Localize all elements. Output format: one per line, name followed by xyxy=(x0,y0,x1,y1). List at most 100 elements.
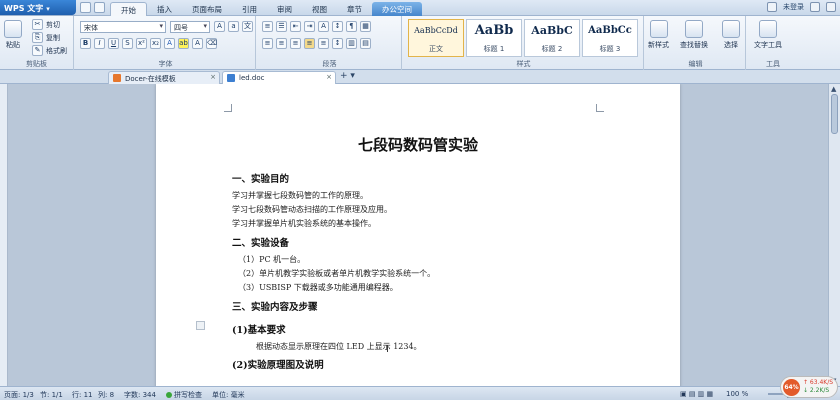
select-button[interactable]: 选择 xyxy=(722,20,740,50)
download-speed: ↓ 2.2K/S xyxy=(803,387,830,394)
tab-review[interactable]: 审阅 xyxy=(267,2,302,16)
table-border-icon[interactable]: ▤ xyxy=(360,38,371,49)
status-words[interactable]: 字数: 344 xyxy=(124,390,156,400)
align-left-icon[interactable]: ≡ xyxy=(262,38,273,49)
char-shading-icon[interactable]: A xyxy=(192,38,203,49)
text-tools-button[interactable]: 文字工具 xyxy=(754,20,782,50)
format-painter-button[interactable]: ✎ 格式刷 xyxy=(32,45,67,56)
clipboard-group-label: 剪贴板 xyxy=(26,60,47,68)
subscript-icon[interactable]: x₂ xyxy=(150,38,161,49)
spell-check-status[interactable]: 拼写检查 xyxy=(166,390,202,400)
doc-tab-led[interactable]: led.doc × xyxy=(222,71,336,84)
tab-office-space[interactable]: 办公空间 xyxy=(372,2,422,16)
new-tab-icon[interactable]: + ▾ xyxy=(340,71,355,81)
user-icon[interactable] xyxy=(767,2,777,12)
close-icon[interactable]: × xyxy=(326,73,332,81)
sort-icon[interactable]: ↕ xyxy=(332,21,343,32)
font-name-select[interactable]: 宋体 xyxy=(80,21,166,33)
styles-group-label: 样式 xyxy=(516,60,531,68)
login-status[interactable]: 未登录 xyxy=(783,2,804,12)
tab-references[interactable]: 引用 xyxy=(232,2,267,16)
help-icon[interactable] xyxy=(826,2,836,12)
text-cursor-icon: I xyxy=(386,344,389,355)
text-tools-label: 文字工具 xyxy=(754,41,782,49)
justify-icon[interactable]: ≡ xyxy=(304,38,315,49)
cut-label: 剪切 xyxy=(46,20,60,29)
document-page[interactable]: 七段码数码管实验 一、实验目的 学习并掌握七段数码管的工作的原理。 学习七段数码… xyxy=(156,84,680,386)
section-heading: 三、实验内容及步骤 xyxy=(232,302,318,313)
paragraph-group-label: 段落 xyxy=(322,60,337,68)
copy-button[interactable]: ⎘ 复制 xyxy=(32,32,60,43)
scroll-up-icon[interactable]: ▲ xyxy=(831,85,836,93)
status-page[interactable]: 页面: 1/3 xyxy=(4,390,34,400)
section-heading: 二、实验设备 xyxy=(232,238,290,249)
decrease-indent-icon[interactable]: ⇤ xyxy=(290,21,301,32)
doc-tab-docer[interactable]: Docer-在线模板 × xyxy=(108,71,220,84)
style-heading-2[interactable]: AaBbC 标题 2 xyxy=(524,19,580,57)
brush-icon: ✎ xyxy=(32,45,43,56)
paste-button[interactable]: 粘贴 xyxy=(4,20,22,50)
document-workarea: 七段码数码管实验 一、实验目的 学习并掌握七段数码管的工作的原理。 学习七段数码… xyxy=(0,84,828,386)
style-preview: AaBbCc xyxy=(588,25,632,36)
tab-insert[interactable]: 插入 xyxy=(147,2,182,16)
chinese-layout-icon[interactable]: A xyxy=(318,21,329,32)
scrollbar-thumb[interactable] xyxy=(831,94,838,134)
binoculars-icon xyxy=(685,20,703,38)
network-speed-widget[interactable]: 64% ↑ 63.4K/S ↓ 2.2K/S xyxy=(780,376,838,398)
increase-indent-icon[interactable]: ⇥ xyxy=(304,21,315,32)
new-style-button[interactable]: 新样式 xyxy=(648,20,669,50)
edit-group: 新样式 查找替换 选择 编辑 xyxy=(646,16,746,70)
skin-icon[interactable] xyxy=(810,2,820,12)
paragraph: （1）PC 机一台。 xyxy=(238,255,306,264)
shrink-font-icon[interactable]: a xyxy=(228,21,239,32)
status-row: 行: 11 xyxy=(72,391,93,399)
show-marks-icon[interactable]: ¶ xyxy=(346,21,357,32)
align-right-icon[interactable]: ≡ xyxy=(290,38,301,49)
status-bar: 页面: 1/3 节: 1/1 行: 11 列: 8 字数: 344 拼写检查 单… xyxy=(0,386,840,400)
line-spacing-icon[interactable]: ↕ xyxy=(332,38,343,49)
numbered-list-icon[interactable]: ☰ xyxy=(276,21,287,32)
border-icon[interactable]: ▦ xyxy=(360,21,371,32)
align-center-icon[interactable]: ≡ xyxy=(276,38,287,49)
paragraph: 根据动态显示原理在四位 LED 上显示 1234。 xyxy=(256,342,422,351)
close-icon[interactable]: × xyxy=(210,73,216,81)
italic-icon[interactable]: I xyxy=(94,38,105,49)
menu-bar: WPS 文字 ▾ 开始 插入 页面布局 引用 审阅 视图 章节 办公空间 未登录 xyxy=(0,0,840,16)
underline-icon[interactable]: U xyxy=(108,38,119,49)
superscript-icon[interactable]: x² xyxy=(136,38,147,49)
tab-view[interactable]: 视图 xyxy=(302,2,337,16)
save-icon[interactable] xyxy=(80,2,91,13)
doc-tab-label: Docer-在线模板 xyxy=(125,75,176,83)
distribute-icon[interactable]: ≡ xyxy=(318,38,329,49)
view-mode-icons[interactable]: ▣ ▤ ▥ ▦ xyxy=(680,390,713,398)
bullet-list-icon[interactable]: ≡ xyxy=(262,21,273,32)
tab-chapter[interactable]: 章节 xyxy=(337,2,372,16)
upload-speed: ↑ 63.4K/S xyxy=(803,379,834,386)
font-color-icon[interactable]: A xyxy=(164,38,175,49)
tab-home[interactable]: 开始 xyxy=(110,2,147,16)
find-replace-button[interactable]: 查找替换 xyxy=(680,20,708,50)
style-heading-1[interactable]: AaBb 标题 1 xyxy=(466,19,522,57)
subsection-heading: (2)实验原理图及说明 xyxy=(232,360,324,371)
app-menu-button[interactable]: WPS 文字 ▾ xyxy=(0,0,76,15)
paragraph: 学习并掌握单片机实验系统的基本操作。 xyxy=(232,219,376,228)
vertical-scrollbar[interactable]: ▲ ▼ xyxy=(828,84,840,386)
paragraph-group: ≡ ☰ ⇤ ⇥ A ↕ ¶ ▦ ≡ ≡ ≡ ≡ ≡ ↕ ▥ ▤ 段落 xyxy=(258,16,402,70)
status-unit[interactable]: 单位: 毫米 xyxy=(212,390,245,400)
phonetic-icon[interactable]: 文 xyxy=(242,21,253,32)
grow-font-icon[interactable]: A xyxy=(214,21,225,32)
vertical-ruler xyxy=(0,84,8,386)
print-icon[interactable] xyxy=(94,2,105,13)
clear-format-icon[interactable]: ⌫ xyxy=(206,38,217,49)
tab-page-layout[interactable]: 页面布局 xyxy=(182,2,232,16)
style-heading-3[interactable]: AaBbCc 标题 3 xyxy=(582,19,638,57)
cut-button[interactable]: ✂ 剪切 xyxy=(32,19,60,30)
bold-icon[interactable]: B xyxy=(80,38,91,49)
app-label: WPS 文字 xyxy=(4,4,44,13)
style-normal[interactable]: AaBbCcDd 正文 xyxy=(408,19,464,57)
zoom-level[interactable]: 100 % xyxy=(726,390,748,398)
font-size-select[interactable]: 四号 xyxy=(170,21,210,33)
highlight-icon[interactable]: ab xyxy=(178,38,189,49)
strikethrough-icon[interactable]: S xyxy=(122,38,133,49)
shading-icon[interactable]: ▥ xyxy=(346,38,357,49)
